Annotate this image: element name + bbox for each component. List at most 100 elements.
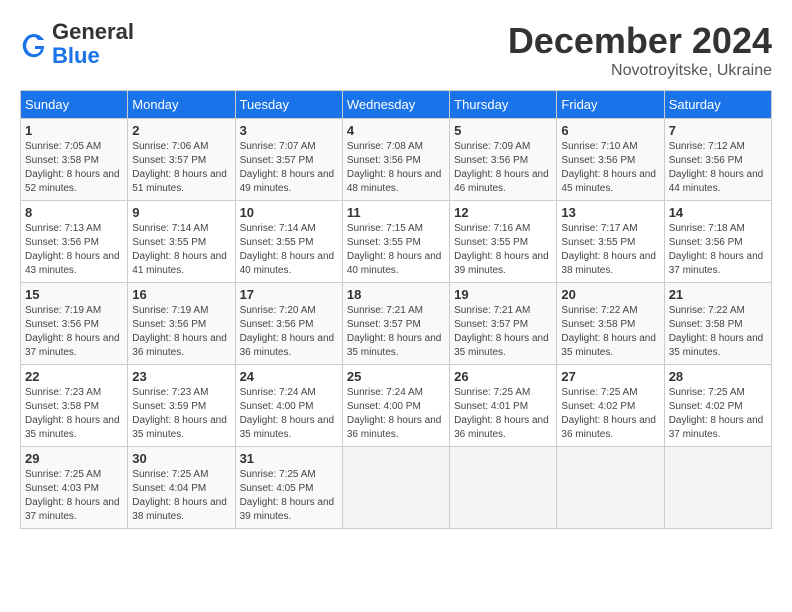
header-monday: Monday — [128, 91, 235, 119]
calendar-cell: 17 Sunrise: 7:20 AM Sunset: 3:56 PM Dayl… — [235, 283, 342, 365]
day-info: Sunrise: 7:19 AM Sunset: 3:56 PM Dayligh… — [132, 304, 230, 360]
day-number: 31 — [240, 451, 338, 466]
header-friday: Friday — [557, 91, 664, 119]
day-info: Sunrise: 7:25 AM Sunset: 4:02 PM Dayligh… — [561, 386, 659, 442]
week-row-2: 8 Sunrise: 7:13 AM Sunset: 3:56 PM Dayli… — [21, 201, 772, 283]
page-header: General Blue December 2024 Novotroyitske… — [20, 20, 772, 80]
weekday-header-row: Sunday Monday Tuesday Wednesday Thursday… — [21, 91, 772, 119]
calendar-cell: 13 Sunrise: 7:17 AM Sunset: 3:55 PM Dayl… — [557, 201, 664, 283]
day-info: Sunrise: 7:15 AM Sunset: 3:55 PM Dayligh… — [347, 222, 445, 278]
calendar-cell: 21 Sunrise: 7:22 AM Sunset: 3:58 PM Dayl… — [664, 283, 771, 365]
day-number: 13 — [561, 205, 659, 220]
calendar-table: Sunday Monday Tuesday Wednesday Thursday… — [20, 90, 772, 529]
calendar-cell: 4 Sunrise: 7:08 AM Sunset: 3:56 PM Dayli… — [342, 119, 449, 201]
day-number: 28 — [669, 369, 767, 384]
day-number: 12 — [454, 205, 552, 220]
day-info: Sunrise: 7:25 AM Sunset: 4:05 PM Dayligh… — [240, 468, 338, 524]
day-number: 1 — [25, 123, 123, 138]
calendar-cell: 10 Sunrise: 7:14 AM Sunset: 3:55 PM Dayl… — [235, 201, 342, 283]
day-number: 9 — [132, 205, 230, 220]
header-wednesday: Wednesday — [342, 91, 449, 119]
calendar-cell: 20 Sunrise: 7:22 AM Sunset: 3:58 PM Dayl… — [557, 283, 664, 365]
day-info: Sunrise: 7:12 AM Sunset: 3:56 PM Dayligh… — [669, 140, 767, 196]
calendar-cell: 9 Sunrise: 7:14 AM Sunset: 3:55 PM Dayli… — [128, 201, 235, 283]
calendar-cell: 29 Sunrise: 7:25 AM Sunset: 4:03 PM Dayl… — [21, 447, 128, 529]
day-info: Sunrise: 7:23 AM Sunset: 3:58 PM Dayligh… — [25, 386, 123, 442]
day-number: 26 — [454, 369, 552, 384]
calendar-cell: 24 Sunrise: 7:24 AM Sunset: 4:00 PM Dayl… — [235, 365, 342, 447]
day-info: Sunrise: 7:18 AM Sunset: 3:56 PM Dayligh… — [669, 222, 767, 278]
day-info: Sunrise: 7:14 AM Sunset: 3:55 PM Dayligh… — [240, 222, 338, 278]
day-info: Sunrise: 7:16 AM Sunset: 3:55 PM Dayligh… — [454, 222, 552, 278]
day-info: Sunrise: 7:20 AM Sunset: 3:56 PM Dayligh… — [240, 304, 338, 360]
calendar-cell: 16 Sunrise: 7:19 AM Sunset: 3:56 PM Dayl… — [128, 283, 235, 365]
calendar-cell: 8 Sunrise: 7:13 AM Sunset: 3:56 PM Dayli… — [21, 201, 128, 283]
calendar-cell: 11 Sunrise: 7:15 AM Sunset: 3:55 PM Dayl… — [342, 201, 449, 283]
calendar-cell — [450, 447, 557, 529]
day-number: 20 — [561, 287, 659, 302]
day-number: 21 — [669, 287, 767, 302]
day-info: Sunrise: 7:22 AM Sunset: 3:58 PM Dayligh… — [561, 304, 659, 360]
day-number: 22 — [25, 369, 123, 384]
week-row-3: 15 Sunrise: 7:19 AM Sunset: 3:56 PM Dayl… — [21, 283, 772, 365]
header-saturday: Saturday — [664, 91, 771, 119]
calendar-cell: 25 Sunrise: 7:24 AM Sunset: 4:00 PM Dayl… — [342, 365, 449, 447]
month-title: December 2024 — [508, 20, 772, 62]
day-number: 5 — [454, 123, 552, 138]
location: Novotroyitske, Ukraine — [508, 62, 772, 80]
week-row-1: 1 Sunrise: 7:05 AM Sunset: 3:58 PM Dayli… — [21, 119, 772, 201]
day-info: Sunrise: 7:25 AM Sunset: 4:04 PM Dayligh… — [132, 468, 230, 524]
day-info: Sunrise: 7:10 AM Sunset: 3:56 PM Dayligh… — [561, 140, 659, 196]
logo: General Blue — [20, 20, 134, 68]
day-number: 18 — [347, 287, 445, 302]
day-number: 14 — [669, 205, 767, 220]
calendar-cell: 12 Sunrise: 7:16 AM Sunset: 3:55 PM Dayl… — [450, 201, 557, 283]
title-block: December 2024 Novotroyitske, Ukraine — [508, 20, 772, 80]
day-number: 19 — [454, 287, 552, 302]
day-info: Sunrise: 7:23 AM Sunset: 3:59 PM Dayligh… — [132, 386, 230, 442]
day-number: 29 — [25, 451, 123, 466]
calendar-cell: 7 Sunrise: 7:12 AM Sunset: 3:56 PM Dayli… — [664, 119, 771, 201]
day-info: Sunrise: 7:21 AM Sunset: 3:57 PM Dayligh… — [454, 304, 552, 360]
day-number: 30 — [132, 451, 230, 466]
day-info: Sunrise: 7:06 AM Sunset: 3:57 PM Dayligh… — [132, 140, 230, 196]
calendar-cell: 27 Sunrise: 7:25 AM Sunset: 4:02 PM Dayl… — [557, 365, 664, 447]
calendar-cell: 26 Sunrise: 7:25 AM Sunset: 4:01 PM Dayl… — [450, 365, 557, 447]
day-info: Sunrise: 7:14 AM Sunset: 3:55 PM Dayligh… — [132, 222, 230, 278]
calendar-cell: 22 Sunrise: 7:23 AM Sunset: 3:58 PM Dayl… — [21, 365, 128, 447]
day-info: Sunrise: 7:24 AM Sunset: 4:00 PM Dayligh… — [347, 386, 445, 442]
calendar-cell: 1 Sunrise: 7:05 AM Sunset: 3:58 PM Dayli… — [21, 119, 128, 201]
day-number: 15 — [25, 287, 123, 302]
header-sunday: Sunday — [21, 91, 128, 119]
logo-text: General Blue — [52, 20, 134, 68]
calendar-cell — [557, 447, 664, 529]
calendar-cell: 3 Sunrise: 7:07 AM Sunset: 3:57 PM Dayli… — [235, 119, 342, 201]
day-info: Sunrise: 7:22 AM Sunset: 3:58 PM Dayligh… — [669, 304, 767, 360]
day-number: 2 — [132, 123, 230, 138]
day-info: Sunrise: 7:05 AM Sunset: 3:58 PM Dayligh… — [25, 140, 123, 196]
calendar-cell: 14 Sunrise: 7:18 AM Sunset: 3:56 PM Dayl… — [664, 201, 771, 283]
week-row-5: 29 Sunrise: 7:25 AM Sunset: 4:03 PM Dayl… — [21, 447, 772, 529]
day-info: Sunrise: 7:21 AM Sunset: 3:57 PM Dayligh… — [347, 304, 445, 360]
day-info: Sunrise: 7:19 AM Sunset: 3:56 PM Dayligh… — [25, 304, 123, 360]
day-number: 11 — [347, 205, 445, 220]
day-info: Sunrise: 7:08 AM Sunset: 3:56 PM Dayligh… — [347, 140, 445, 196]
day-info: Sunrise: 7:07 AM Sunset: 3:57 PM Dayligh… — [240, 140, 338, 196]
day-number: 7 — [669, 123, 767, 138]
day-number: 3 — [240, 123, 338, 138]
day-number: 23 — [132, 369, 230, 384]
calendar-cell: 15 Sunrise: 7:19 AM Sunset: 3:56 PM Dayl… — [21, 283, 128, 365]
calendar-cell: 30 Sunrise: 7:25 AM Sunset: 4:04 PM Dayl… — [128, 447, 235, 529]
calendar-cell: 19 Sunrise: 7:21 AM Sunset: 3:57 PM Dayl… — [450, 283, 557, 365]
calendar-cell: 31 Sunrise: 7:25 AM Sunset: 4:05 PM Dayl… — [235, 447, 342, 529]
day-number: 4 — [347, 123, 445, 138]
calendar-cell: 5 Sunrise: 7:09 AM Sunset: 3:56 PM Dayli… — [450, 119, 557, 201]
calendar-cell: 6 Sunrise: 7:10 AM Sunset: 3:56 PM Dayli… — [557, 119, 664, 201]
day-number: 27 — [561, 369, 659, 384]
calendar-cell — [342, 447, 449, 529]
day-number: 24 — [240, 369, 338, 384]
header-thursday: Thursday — [450, 91, 557, 119]
day-info: Sunrise: 7:25 AM Sunset: 4:02 PM Dayligh… — [669, 386, 767, 442]
calendar-cell: 28 Sunrise: 7:25 AM Sunset: 4:02 PM Dayl… — [664, 365, 771, 447]
day-number: 8 — [25, 205, 123, 220]
